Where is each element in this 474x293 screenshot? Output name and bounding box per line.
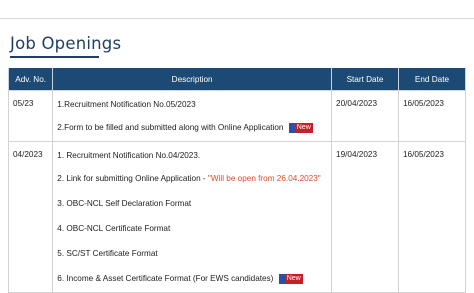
adv-no-cell: 04/2023 <box>7 141 54 293</box>
start-date-cell: 19/04/2023 <box>331 141 399 293</box>
job-openings-table: Adv. No. Description Start Date End Date… <box>7 68 467 293</box>
new-badge: New <box>288 122 313 133</box>
description-text: 1.Recruitment Notification No.05/2023 <box>57 100 196 109</box>
top-divider <box>0 0 474 19</box>
description-text: 4. OBC-NCL Certificate Format <box>57 224 171 233</box>
title-underline <box>10 56 99 58</box>
description-text: 2.Form to be filled and submitted along … <box>57 123 286 132</box>
description-text: 1. Recruitment Notification No.04/2023. <box>57 151 201 160</box>
description-text: 6. Income & Asset Certificate Format (Fo… <box>57 274 276 283</box>
description-link[interactable]: 6. Income & Asset Certificate Format (Fo… <box>57 267 327 292</box>
description-link[interactable]: 1.Recruitment Notification No.05/2023 <box>57 91 327 116</box>
header-description: Description <box>52 68 333 91</box>
job-openings-table-container: Adv. No. Description Start Date End Date… <box>7 68 468 293</box>
table-body: 05/23 1.Recruitment Notification No.05/20… <box>7 90 467 293</box>
header-adv-no: Adv. No. <box>7 68 54 91</box>
description-link[interactable]: 1. Recruitment Notification No.04/2023. <box>57 142 327 167</box>
page-header: Job Openings <box>10 34 121 58</box>
availability-note: "Will be open from 26.04.2023" <box>207 174 321 183</box>
description-cell: 1.Recruitment Notification No.05/2023 2.F… <box>52 90 333 142</box>
table-row: 04/2023 1. Recruitment Notification No.04… <box>7 141 467 293</box>
header-end-date: End Date <box>397 68 467 91</box>
adv-no-cell: 05/23 <box>7 90 54 142</box>
description-link[interactable]: 2.Form to be filled and submitted along … <box>57 116 327 141</box>
end-date-cell: 16/05/2023 <box>397 141 467 293</box>
description-link[interactable]: 3. OBC-NCL Self Declaration Format <box>57 192 327 217</box>
description-link[interactable]: 4. OBC-NCL Certificate Format <box>57 217 327 242</box>
description-text: 2. Link for submitting Online Applicatio… <box>57 174 208 183</box>
description-cell: 1. Recruitment Notification No.04/2023. 2… <box>52 141 333 293</box>
start-date-cell: 20/04/2023 <box>331 90 399 142</box>
page-title: Job Openings <box>10 34 122 53</box>
description-text: 3. OBC-NCL Self Declaration Format <box>57 199 192 208</box>
table-header-row: Adv. No. Description Start Date End Date <box>7 68 467 91</box>
header-start-date: Start Date <box>331 68 399 91</box>
new-badge: New <box>278 273 303 284</box>
end-date-cell: 16/05/2023 <box>397 90 467 142</box>
description-link[interactable]: 2. Link for submitting Online Applicatio… <box>57 167 327 192</box>
description-link[interactable]: 5. SC/ST Certificate Format <box>57 242 327 267</box>
description-text: 5. SC/ST Certificate Format <box>57 249 158 258</box>
table-row: 05/23 1.Recruitment Notification No.05/20… <box>7 90 467 142</box>
